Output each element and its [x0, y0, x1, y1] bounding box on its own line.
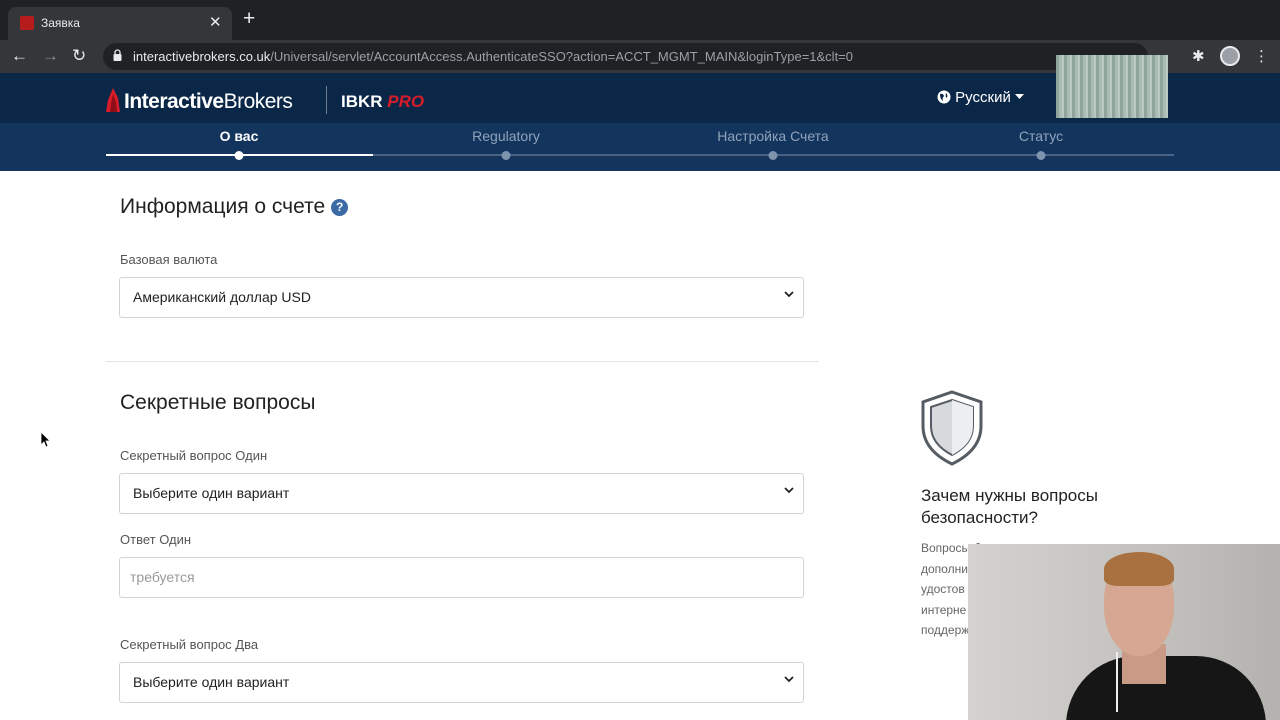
close-tab-icon[interactable]: ✕ [209, 13, 222, 31]
profile-avatar-icon[interactable] [1220, 46, 1240, 66]
answer-one-input[interactable]: требуется [119, 557, 804, 598]
base-currency-value: Американский доллар USD [133, 289, 311, 305]
language-selector[interactable]: Русский [937, 89, 1025, 106]
progress-steps: О вас Regulatory Настройка Счета Статус [0, 123, 1280, 171]
step-dot [234, 151, 244, 160]
step-dot [501, 151, 511, 160]
step-dot [768, 151, 778, 160]
question-two-value: Выберите один вариант [133, 674, 290, 690]
webcam-earphone-wire [1116, 652, 1118, 712]
logo-wordmark: InteractiveBrokers [124, 90, 293, 114]
ibkr-pro-badge: IBKR PRO [341, 92, 424, 112]
question-one-value: Выберите один вариант [133, 485, 290, 501]
browser-tab[interactable]: Заявка ✕ [8, 7, 232, 40]
url-text: interactivebrokers.co.uk/Universal/servl… [133, 49, 853, 64]
shield-icon [921, 390, 983, 466]
extensions-puzzle-icon[interactable]: ✱ [1192, 47, 1205, 65]
tab-title: Заявка [41, 16, 80, 30]
step-account-setup[interactable]: Настройка Счета [717, 128, 828, 144]
new-tab-icon[interactable]: + [243, 8, 255, 30]
address-bar[interactable]: interactivebrokers.co.uk/Universal/servl… [103, 43, 1148, 70]
blurred-region [1056, 55, 1168, 118]
chevron-down-icon [784, 487, 794, 494]
step-about-you[interactable]: О вас [220, 128, 259, 144]
language-label: Русский [955, 89, 1011, 106]
browser-tab-strip: Заявка ✕ + [0, 0, 1280, 40]
logo-bold: Interactive [124, 90, 224, 113]
step-status[interactable]: Статус [1019, 128, 1063, 144]
url-host: interactivebrokers.co.uk [133, 49, 271, 64]
question-one-label: Секретный вопрос Один [120, 448, 268, 463]
account-info-title: Информация о счете [120, 195, 326, 218]
caret-down-icon [1015, 94, 1025, 99]
answer-one-label: Ответ Один [120, 532, 192, 547]
step-regulatory[interactable]: Regulatory [472, 128, 540, 144]
chevron-down-icon [784, 291, 794, 298]
pro-text: PRO [387, 92, 425, 111]
browser-menu-icon[interactable]: ⋮ [1254, 47, 1269, 65]
webcam-overlay [968, 544, 1280, 720]
mouse-cursor-icon [41, 432, 51, 448]
logo-light: Brokers [223, 90, 293, 113]
security-questions-heading: Секретные вопросы [120, 391, 316, 414]
base-currency-select[interactable]: Американский доллар USD [119, 277, 804, 318]
answer-one-placeholder: требуется [130, 569, 195, 585]
logo-separator [326, 86, 327, 114]
url-path: /Universal/servlet/AccountAccess.Authent… [270, 49, 854, 64]
question-two-label: Секретный вопрос Два [120, 637, 259, 652]
section-divider [106, 361, 819, 362]
reload-icon[interactable]: ↻ [72, 46, 86, 66]
ib-favicon-icon [20, 16, 34, 30]
ibkr-text: IBKR [341, 92, 383, 111]
security-why-title: Зачем нужны вопросы безопасности? [921, 486, 1098, 527]
chevron-down-icon [784, 676, 794, 683]
help-question-icon[interactable]: ? [331, 199, 349, 216]
back-arrow-icon[interactable]: ← [11, 46, 28, 66]
account-info-heading: Информация о счете? [120, 195, 349, 219]
globe-icon [937, 90, 951, 104]
webcam-person-hair [1104, 552, 1174, 586]
ib-flame-icon [106, 88, 120, 112]
forward-arrow-icon[interactable]: → [42, 46, 59, 66]
base-currency-label: Базовая валюта [120, 252, 218, 267]
step-dot [1036, 151, 1046, 160]
lock-icon [113, 49, 122, 61]
question-one-select[interactable]: Выберите один вариант [119, 473, 804, 514]
question-two-select[interactable]: Выберите один вариант [119, 662, 804, 703]
